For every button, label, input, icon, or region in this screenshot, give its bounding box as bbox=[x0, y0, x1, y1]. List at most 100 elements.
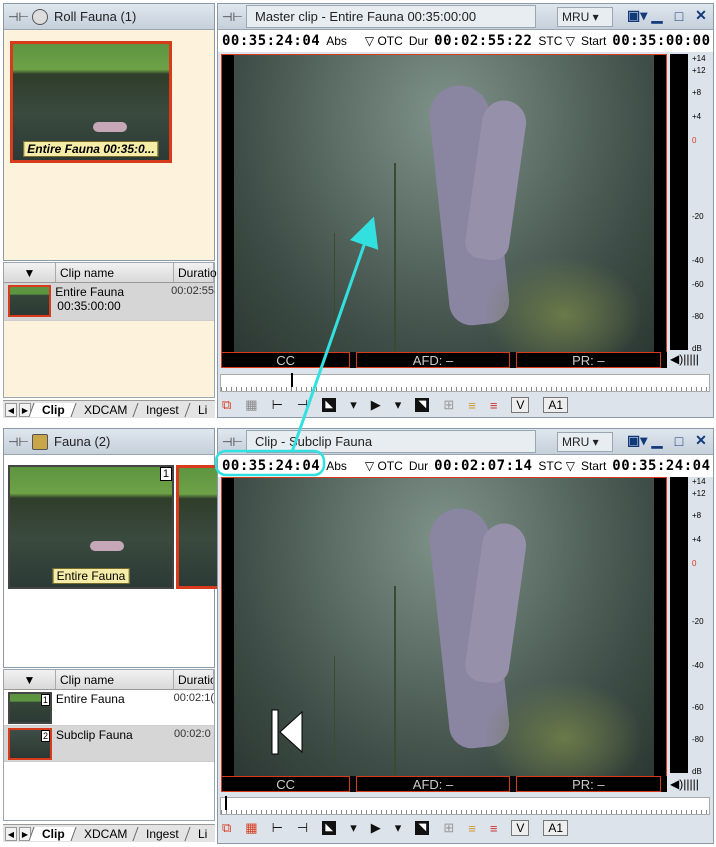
row-duration: 00:02:0 bbox=[174, 728, 211, 740]
sort-chevron-down-icon[interactable]: ▼ bbox=[4, 670, 56, 689]
sort-chevron-down-icon[interactable]: ▼ bbox=[4, 263, 56, 282]
roll-clip-grid: ▼ Clip name Duratio Entire Fauna 00:35:0… bbox=[3, 262, 217, 398]
tab-ingest[interactable]: Ingest bbox=[132, 402, 190, 417]
row-clip-name: Entire Fauna bbox=[55, 285, 124, 299]
mark-in-icon[interactable]: ◣ bbox=[322, 821, 337, 835]
play-icon[interactable]: ▶ bbox=[371, 397, 381, 413]
mru-dropdown[interactable]: MRU ▾ bbox=[557, 7, 613, 27]
tab-xdcam[interactable]: XDCAM bbox=[70, 402, 138, 417]
go-to-in-icon[interactable]: ⊢ bbox=[272, 820, 283, 836]
volume-icon[interactable]: ◀)||||| bbox=[670, 777, 699, 791]
step-back-icon[interactable]: ▾ bbox=[350, 397, 357, 413]
snapshot-icon[interactable]: ▣▾ bbox=[627, 432, 647, 449]
otc-dropdown[interactable]: OTC bbox=[377, 34, 402, 48]
minimize-icon[interactable]: ▁ bbox=[649, 432, 665, 449]
roll-bin-header: ⊣⊢ Roll Fauna (1) bbox=[4, 4, 214, 30]
pin-icon[interactable]: ⊣⊢ bbox=[222, 10, 243, 24]
table-row[interactable]: 1 Entire Fauna 00:02:1( bbox=[4, 690, 214, 726]
tab-scroll-left-icon[interactable]: ◀ bbox=[5, 402, 17, 417]
delete-icon[interactable]: ≡ bbox=[490, 821, 498, 836]
mru-dropdown[interactable]: MRU ▾ bbox=[557, 432, 613, 452]
fauna-clip-grid: ▼ Clip name Duration 1 Entire Fauna 00:0… bbox=[3, 669, 215, 821]
minimize-icon[interactable]: ▁ bbox=[649, 7, 665, 24]
pr-indicator: PR: – bbox=[515, 352, 661, 368]
timeline-scrubber[interactable] bbox=[220, 796, 710, 815]
insert-icon[interactable]: ⊞ bbox=[443, 820, 454, 836]
start-label: Start bbox=[580, 34, 607, 48]
mark-out-icon[interactable]: ◥ bbox=[415, 398, 430, 412]
transport-controls: ⧉ ▦ ⊢ ⊣ ◣ ▾ ▶ ▾ ◥ ⊞ ≡ ≡ V A1 bbox=[218, 394, 708, 416]
go-to-out-icon[interactable]: ⊣ bbox=[297, 397, 308, 413]
video-toggle[interactable]: V bbox=[511, 397, 530, 413]
grid-view-icon[interactable]: ▦ bbox=[245, 397, 257, 413]
cc-indicator: CC bbox=[221, 352, 351, 368]
current-timecode: 00:35:24:04 bbox=[222, 458, 321, 474]
roll-bin-title: Roll Fauna (1) bbox=[54, 9, 137, 24]
table-row[interactable]: Entire Fauna 00:35:00:00 00:02:55 bbox=[4, 283, 214, 321]
col-clip-name[interactable]: Clip name bbox=[56, 670, 174, 689]
weed-shape bbox=[334, 233, 335, 353]
audio-toggle[interactable]: A1 bbox=[543, 820, 569, 836]
tab-xdcam[interactable]: XDCAM bbox=[70, 826, 138, 841]
pin-icon[interactable]: ⊣⊢ bbox=[222, 435, 243, 449]
duration-timecode: 00:02:55:22 bbox=[434, 33, 533, 49]
row-duration: 00:02:1( bbox=[173, 692, 214, 704]
playhead-marker[interactable] bbox=[225, 796, 227, 810]
tab-ingest[interactable]: Ingest bbox=[132, 826, 190, 841]
insert-icon[interactable]: ⊞ bbox=[443, 397, 454, 413]
tab-li[interactable]: Li bbox=[184, 826, 218, 841]
tab-li[interactable]: Li bbox=[184, 402, 218, 417]
subclip-thumbnail[interactable] bbox=[176, 465, 220, 589]
step-forward-icon[interactable]: ▾ bbox=[395, 397, 402, 413]
overwrite-icon[interactable]: ≡ bbox=[468, 398, 476, 413]
clip-thumbnail[interactable]: Entire Fauna 00:35:0... bbox=[10, 41, 172, 163]
go-to-out-icon[interactable]: ⊣ bbox=[297, 820, 308, 836]
stc-dropdown[interactable]: STC bbox=[538, 34, 562, 48]
timeline-scrubber[interactable] bbox=[220, 373, 710, 392]
step-back-icon[interactable]: ▾ bbox=[350, 820, 357, 836]
record-icon[interactable]: ⧉ bbox=[222, 820, 231, 836]
col-duration[interactable]: Duration bbox=[174, 670, 214, 689]
overwrite-icon[interactable]: ≡ bbox=[468, 821, 476, 836]
pin-icon[interactable]: ⊣⊢ bbox=[8, 435, 29, 449]
close-icon[interactable]: ✕ bbox=[693, 432, 709, 449]
tab-clip[interactable]: Clip bbox=[28, 402, 76, 417]
table-row[interactable]: 2 Subclip Fauna 00:02:0 bbox=[4, 726, 214, 762]
maximize-icon[interactable]: □ bbox=[671, 433, 687, 449]
col-clip-name[interactable]: Clip name bbox=[56, 263, 174, 282]
stc-dropdown[interactable]: STC bbox=[538, 459, 562, 473]
video-frame[interactable] bbox=[221, 54, 667, 354]
row-clip-name: Entire Fauna bbox=[55, 692, 125, 706]
audio-toggle[interactable]: A1 bbox=[543, 397, 569, 413]
delete-icon[interactable]: ≡ bbox=[490, 398, 498, 413]
video-toggle[interactable]: V bbox=[511, 820, 530, 836]
row-thumbnail bbox=[8, 285, 52, 317]
row-clip-name: Subclip Fauna bbox=[56, 728, 133, 742]
record-icon[interactable]: ⧉ bbox=[222, 397, 231, 413]
video-frame[interactable] bbox=[221, 477, 667, 777]
close-icon[interactable]: ✕ bbox=[693, 7, 709, 24]
tab-clip[interactable]: Clip bbox=[28, 826, 76, 841]
trash-bin-icon bbox=[32, 433, 48, 450]
clip-thumbnail[interactable]: 1 Entire Fauna bbox=[8, 465, 174, 589]
snapshot-icon[interactable]: ▣▾ bbox=[627, 7, 647, 24]
step-forward-icon[interactable]: ▾ bbox=[395, 820, 402, 836]
weed-shape bbox=[394, 586, 396, 776]
pin-icon[interactable]: ⊣⊢ bbox=[8, 10, 29, 24]
col-duration[interactable]: Duratio bbox=[174, 263, 217, 282]
start-label: Start bbox=[580, 459, 607, 473]
dolphin-shape bbox=[90, 541, 124, 551]
tab-scroll-left-icon[interactable]: ◀ bbox=[5, 826, 17, 841]
mark-out-icon[interactable]: ◥ bbox=[415, 821, 430, 835]
go-to-in-icon[interactable]: ⊢ bbox=[272, 397, 283, 413]
playhead-marker[interactable] bbox=[291, 373, 293, 387]
play-icon[interactable]: ▶ bbox=[371, 820, 381, 836]
mark-in-overlay-icon bbox=[271, 709, 303, 755]
grid-view-icon[interactable]: ▦ bbox=[245, 820, 257, 836]
pr-indicator: PR: – bbox=[515, 776, 661, 792]
volume-icon[interactable]: ◀)||||| bbox=[670, 352, 699, 366]
otc-dropdown[interactable]: OTC bbox=[377, 459, 402, 473]
maximize-icon[interactable]: □ bbox=[671, 8, 687, 24]
caption-status-bar: CC AFD: – PR: – bbox=[221, 352, 667, 368]
mark-in-icon[interactable]: ◣ bbox=[322, 398, 337, 412]
